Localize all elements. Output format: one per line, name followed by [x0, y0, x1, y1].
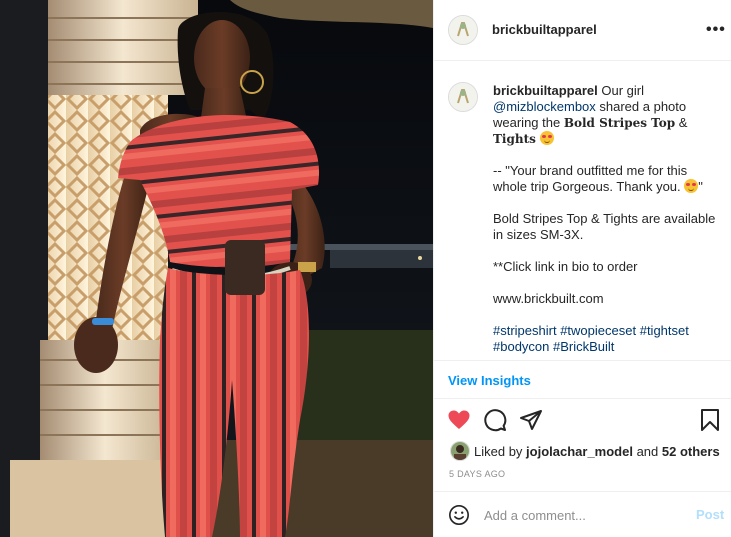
- post-caption: brickbuiltapparel Our girl @mizblockembo…: [434, 61, 731, 361]
- smiling-hearts-emoji-icon: [684, 179, 699, 193]
- mention-link[interactable]: @mizblockembox: [493, 99, 596, 114]
- caption-website: www.brickbuilt.com: [493, 291, 604, 306]
- likes-summary: Liked by jojolachar_model and 52 others: [474, 444, 720, 459]
- caption-username[interactable]: brickbuiltapparel: [493, 83, 598, 98]
- view-insights-link[interactable]: View Insights: [448, 373, 531, 388]
- hashtag-link[interactable]: #BrickBuilt: [553, 339, 614, 354]
- post-photo[interactable]: [0, 0, 433, 537]
- author-username[interactable]: brickbuiltapparel: [492, 22, 597, 37]
- emoji-icon[interactable]: [448, 504, 470, 526]
- post-header: brickbuiltapparel •••: [434, 0, 731, 61]
- action-bar: [434, 399, 731, 439]
- liker-avatar[interactable]: [450, 441, 470, 461]
- post-image: [0, 0, 433, 537]
- caption-cta: **Click link in bio to order: [493, 259, 638, 274]
- likes-count[interactable]: 52 others: [662, 444, 720, 459]
- heart-icon[interactable]: [447, 408, 471, 432]
- caption-intro: brickbuiltapparel Our girl @mizblockembo…: [493, 83, 688, 146]
- caption-avatar[interactable]: [448, 82, 478, 112]
- caption-hashtags: #stripeshirt #twopieceset #tightset #bod…: [493, 323, 721, 355]
- hashtag-link[interactable]: #twopieceset: [560, 323, 636, 338]
- product-name: Bold Stripes Top: [563, 116, 676, 130]
- caption-text: brickbuiltapparel Our girl @mizblockembo…: [493, 83, 721, 360]
- caption-quote: -- "Your brand outfitted me for this who…: [493, 163, 703, 194]
- post-timestamp[interactable]: 5 DAYS AGO: [449, 469, 505, 479]
- comment-bar: Post: [434, 491, 731, 537]
- heart-eyes-emoji-icon: [539, 131, 554, 145]
- hashtag-link[interactable]: #bodycon: [493, 339, 549, 354]
- more-options-icon[interactable]: •••: [706, 21, 726, 39]
- post-comment-button[interactable]: Post: [696, 507, 724, 522]
- author-avatar[interactable]: [448, 15, 478, 45]
- brand-logo-icon: [449, 83, 477, 111]
- likes-row: Liked by jojolachar_model and 52 others: [434, 440, 731, 462]
- comment-icon[interactable]: [483, 408, 507, 432]
- bookmark-icon[interactable]: [698, 408, 722, 432]
- hashtag-link[interactable]: #stripeshirt: [493, 323, 557, 338]
- product-name: Tights: [493, 132, 536, 146]
- liker-username[interactable]: jojolachar_model: [526, 444, 633, 459]
- user-photo-icon: [451, 442, 469, 460]
- instagram-post-view: brickbuiltapparel ••• brickbuiltapparel …: [0, 0, 731, 537]
- post-sidebar: brickbuiltapparel ••• brickbuiltapparel …: [433, 0, 731, 537]
- hashtag-link[interactable]: #tightset: [640, 323, 689, 338]
- share-icon[interactable]: [519, 408, 543, 432]
- caption-availability: Bold Stripes Top & Tights are available …: [493, 211, 716, 242]
- comment-input[interactable]: [484, 505, 684, 525]
- insights-row: View Insights: [434, 361, 731, 399]
- brand-logo-icon: [449, 16, 477, 44]
